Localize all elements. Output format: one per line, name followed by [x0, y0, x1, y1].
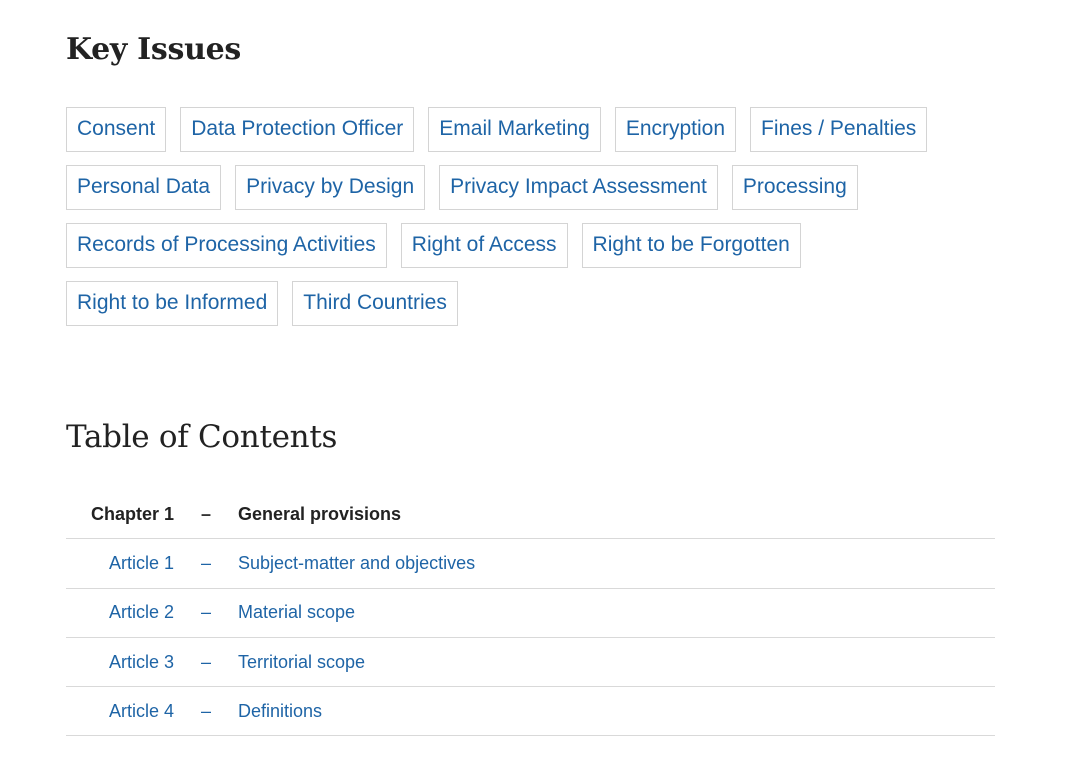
tag-data-protection-officer[interactable]: Data Protection Officer: [180, 107, 415, 152]
tag-processing[interactable]: Processing: [731, 165, 858, 210]
tag-third-countries[interactable]: Third Countries: [292, 281, 458, 326]
chapter-number: Chapter 1: [90, 503, 174, 524]
article-title-link[interactable]: Definitions: [238, 701, 322, 722]
toc-separator: –: [200, 700, 211, 721]
toc-chapter-row: Chapter 1 – General provisions: [66, 490, 995, 540]
tag-right-to-be-informed[interactable]: Right to be Informed: [66, 281, 279, 326]
article-title-link[interactable]: Material scope: [238, 602, 355, 623]
table-of-contents: Chapter 1 – General provisions Article 1…: [66, 490, 995, 737]
toc-article-row[interactable]: Article 3 – Territorial scope: [66, 638, 995, 688]
toc-heading: Table of Contents: [66, 419, 338, 455]
article-number-link[interactable]: Article 3: [66, 652, 174, 673]
tag-encryption[interactable]: Encryption: [614, 107, 737, 152]
article-number-link[interactable]: Article 4: [66, 701, 174, 722]
toc-article-row[interactable]: Article 4 – Definitions: [66, 687, 995, 737]
tag-personal-data[interactable]: Personal Data: [66, 165, 222, 210]
toc-separator: –: [200, 503, 211, 524]
tag-records-of-processing-activities[interactable]: Records of Processing Activities: [66, 223, 387, 268]
toc-article-row[interactable]: Article 1 – Subject-matter and objective…: [66, 539, 995, 589]
chapter-title: General provisions: [238, 503, 402, 524]
key-issues-tag-list: Consent Data Protection Officer Email Ma…: [66, 107, 995, 326]
article-number-link[interactable]: Article 2: [66, 602, 174, 623]
toc-separator: –: [200, 552, 211, 573]
tag-privacy-impact-assessment[interactable]: Privacy Impact Assessment: [439, 165, 718, 210]
tag-fines-penalties[interactable]: Fines / Penalties: [750, 107, 928, 152]
tag-right-to-be-forgotten[interactable]: Right to be Forgotten: [581, 223, 801, 268]
article-title-link[interactable]: Subject-matter and objectives: [238, 553, 475, 574]
toc-separator: –: [200, 602, 211, 623]
key-issues-heading: Key Issues: [66, 32, 241, 67]
toc-separator: –: [200, 651, 211, 672]
toc-article-row[interactable]: Article 2 – Material scope: [66, 589, 995, 638]
article-title-link[interactable]: Territorial scope: [238, 652, 365, 673]
tag-email-marketing[interactable]: Email Marketing: [428, 107, 601, 152]
tag-consent[interactable]: Consent: [66, 107, 167, 152]
tag-right-of-access[interactable]: Right of Access: [400, 223, 568, 268]
article-number-link[interactable]: Article 1: [66, 553, 174, 574]
tag-privacy-by-design[interactable]: Privacy by Design: [235, 165, 426, 210]
